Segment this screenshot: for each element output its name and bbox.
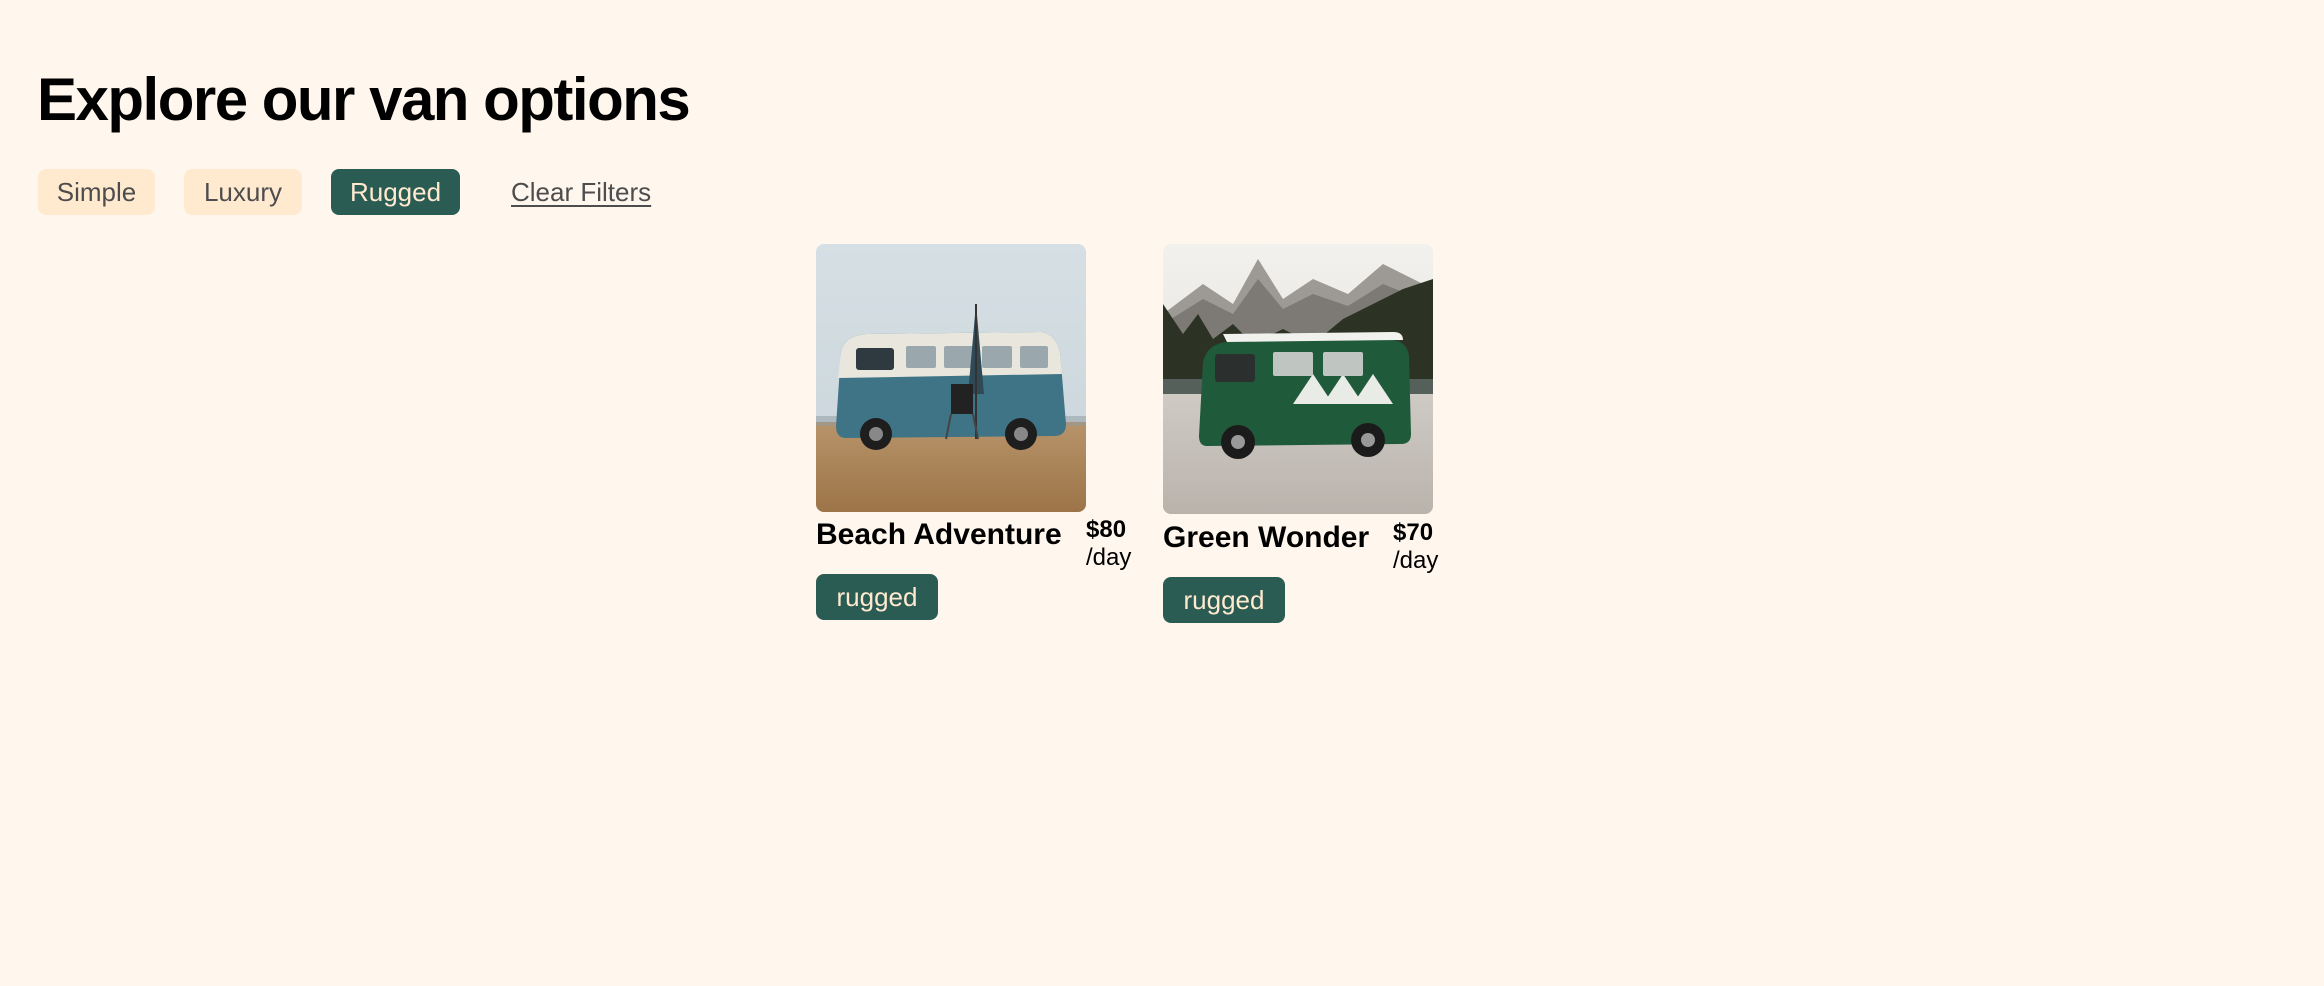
van-photo[interactable]: [816, 244, 1086, 512]
filter-luxury-button[interactable]: Luxury: [184, 169, 302, 215]
van-card[interactable]: Beach Adventure $80 /day rugged: [816, 244, 1136, 620]
van-price: $70 /day: [1393, 519, 1438, 575]
van-photo[interactable]: [1163, 244, 1433, 514]
price-amount: $80: [1086, 516, 1127, 543]
filter-simple-button[interactable]: Simple: [38, 169, 155, 215]
filter-rugged-button[interactable]: Rugged: [331, 169, 460, 215]
clear-filters-link[interactable]: Clear Filters: [511, 169, 651, 215]
van-price: $80 /day: [1086, 516, 1131, 572]
van-name[interactable]: Beach Adventure: [816, 518, 1062, 552]
price-unit: /day: [1086, 544, 1132, 571]
van-type-badge: rugged: [816, 574, 938, 620]
van-card[interactable]: Green Wonder $70 /day rugged: [1163, 244, 1483, 623]
van-name[interactable]: Green Wonder: [1163, 521, 1369, 555]
page-title: Explore our van options: [37, 66, 691, 133]
van-type-badge: rugged: [1163, 577, 1285, 623]
price-amount: $70: [1393, 519, 1434, 546]
price-unit: /day: [1393, 547, 1439, 574]
